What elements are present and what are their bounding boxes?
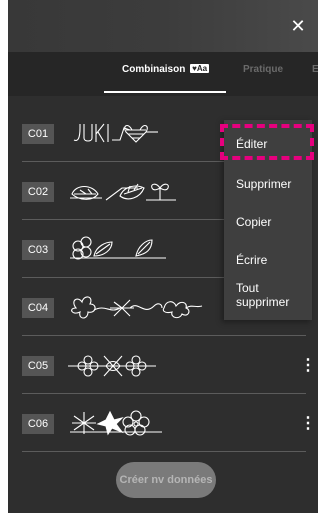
tab-combinaison[interactable]: Combinaison ♥Aa xyxy=(122,64,210,75)
highlight-box xyxy=(220,124,314,160)
pattern-floral-vine xyxy=(71,296,203,319)
create-new-data-button[interactable]: Créer nv données xyxy=(116,462,216,498)
more-options-icon[interactable]: ⋮ xyxy=(300,357,316,375)
tab-bar: Combinaison ♥Aa Pratique E xyxy=(8,52,318,96)
pattern-flower-border xyxy=(68,355,156,377)
pattern-star-flowers xyxy=(70,410,162,436)
row-label: C05 xyxy=(22,356,54,376)
row-label: C01 xyxy=(22,124,54,144)
row-label: C06 xyxy=(22,414,54,434)
close-icon[interactable]: ✕ xyxy=(288,16,308,36)
pattern-row[interactable]: C06 ⋮ xyxy=(20,406,316,442)
pattern-leaves-sprout xyxy=(70,183,176,201)
row-divider xyxy=(22,451,306,452)
heart-text-badge: ♥Aa xyxy=(190,64,210,73)
tab-badge-text: Aa xyxy=(196,64,208,73)
row-divider xyxy=(22,393,306,394)
tab-pratique[interactable]: Pratique xyxy=(243,64,283,75)
more-options-icon[interactable]: ⋮ xyxy=(300,415,316,433)
tab-next[interactable]: E xyxy=(312,64,318,75)
row-label: C02 xyxy=(22,182,54,202)
pattern-row[interactable]: C05 ⋮ xyxy=(20,348,316,384)
menu-item-copy[interactable]: Copier xyxy=(236,215,271,229)
menu-item-delete-all[interactable]: Tout supprimer xyxy=(236,281,306,309)
tab-combinaison-label: Combinaison xyxy=(122,64,186,75)
header-bar: ✕ xyxy=(8,0,318,52)
pattern-flower-leaves xyxy=(70,236,166,260)
row-label: C03 xyxy=(22,240,54,260)
row-label: C04 xyxy=(22,298,54,318)
menu-item-write[interactable]: Écrire xyxy=(236,253,267,267)
active-tab-indicator xyxy=(104,91,226,93)
menu-item-delete[interactable]: Supprimer xyxy=(236,177,291,191)
pattern-juki-heart xyxy=(73,123,158,143)
app-window: ✕ Combinaison ♥Aa Pratique E C01 C02 C03… xyxy=(8,0,318,513)
row-divider xyxy=(22,335,306,336)
